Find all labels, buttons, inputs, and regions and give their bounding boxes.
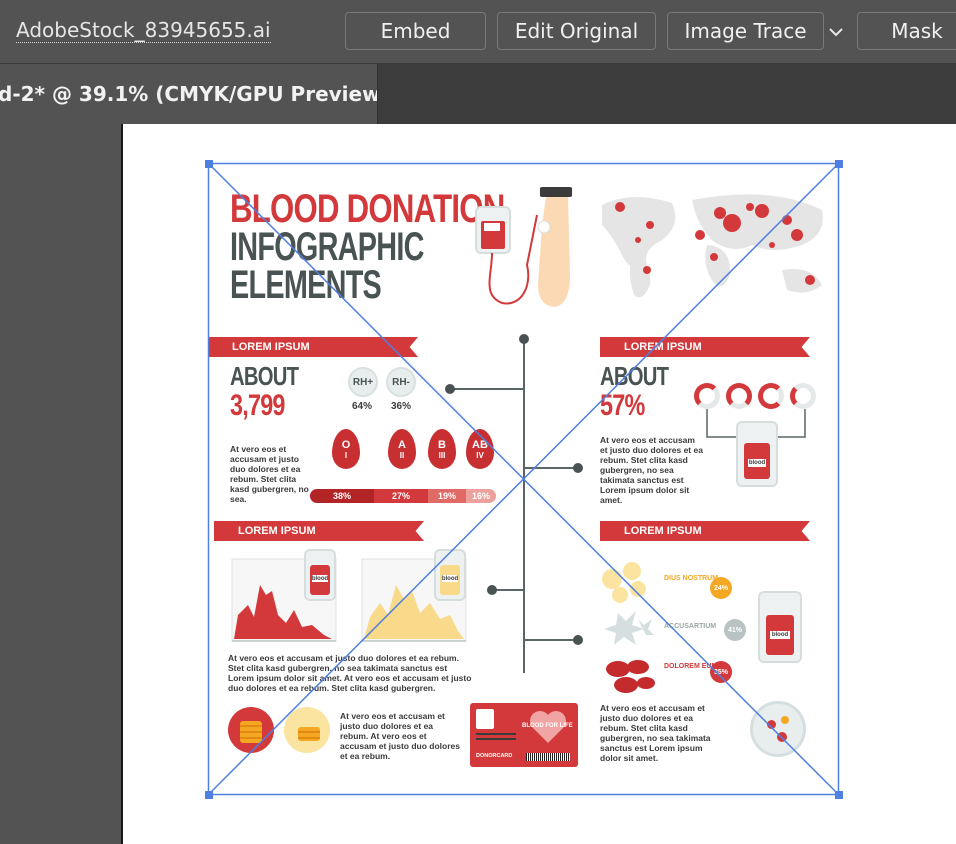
right-block-text: At vero eos et accusam et justo duo dolo… bbox=[600, 435, 703, 505]
image-trace-button[interactable]: Image Trace bbox=[667, 12, 824, 50]
document-tab[interactable]: d-2* @ 39.1% (CMYK/GPU Preview) bbox=[0, 64, 378, 124]
petri-dish-icon bbox=[750, 701, 806, 757]
blood-bag-cells: blood bbox=[758, 591, 802, 663]
progress-ring-3 bbox=[758, 383, 784, 409]
blood-cells-illustration bbox=[602, 562, 655, 693]
ribbon-bottom-right: LOREM IPSUM bbox=[600, 521, 810, 541]
blood-bag-chart-1: blood bbox=[304, 549, 336, 601]
cells-pct-2: 41% bbox=[724, 619, 746, 641]
cells-pct-1: 24% bbox=[710, 577, 732, 599]
edit-original-button[interactable]: Edit Original bbox=[497, 12, 656, 50]
charts-block-text: At vero eos et accusam et justo duo dolo… bbox=[228, 653, 472, 693]
coins-text: At vero eos et accusam et justo duo dolo… bbox=[340, 711, 460, 761]
document-tab-bar: d-2* @ 39.1% (CMYK/GPU Preview) bbox=[0, 64, 956, 124]
blood-drop-o: OI bbox=[332, 429, 360, 469]
selection-handle-top-right[interactable] bbox=[835, 160, 843, 168]
about-label-left: ABOUT bbox=[230, 361, 299, 391]
about-value-left: 3,799 bbox=[230, 389, 285, 422]
progress-ring-1 bbox=[694, 383, 720, 409]
rh-negative-badge: RH- bbox=[386, 367, 416, 397]
chevron-down-icon[interactable] bbox=[822, 18, 850, 46]
selection-handle-top-left[interactable] bbox=[205, 160, 213, 168]
cells-label-2: ACCUSARTIUM bbox=[664, 623, 717, 630]
ribbon-top-right: LOREM IPSUM bbox=[600, 337, 810, 357]
blood-bag-arm-illustration bbox=[475, 187, 572, 307]
selection-handle-bottom-left[interactable] bbox=[205, 791, 213, 799]
type-bar-o: 38% bbox=[310, 489, 374, 503]
ribbon-top-left: LOREM IPSUM bbox=[208, 337, 418, 357]
control-bar: AdobeStock_83945655.ai Embed Edit Origin… bbox=[0, 0, 956, 64]
rh-positive-badge: RH+ bbox=[348, 367, 378, 397]
cells-label-1: DIUS NOSTRUM bbox=[664, 575, 719, 582]
world-map-illustration bbox=[602, 194, 823, 298]
coins-yellow-icon bbox=[284, 707, 330, 753]
blood-drop-b: B III bbox=[428, 429, 456, 469]
blood-bag-right: blood bbox=[736, 421, 778, 487]
card-label: DONORCARD bbox=[476, 753, 513, 759]
mask-button[interactable]: Mask bbox=[857, 12, 956, 50]
document-tab-title: d-2* @ 39.1% (CMYK/GPU Preview) bbox=[0, 82, 378, 106]
card-slogan: BLOOD FOR LIFE bbox=[522, 723, 573, 729]
blood-drop-a: A II bbox=[388, 429, 416, 469]
rh-negative-pct: 36% bbox=[391, 401, 412, 412]
placed-image[interactable]: BLOOD DONATION INFOGRAPHIC ELEMENTS LORE… bbox=[208, 163, 840, 795]
about-label-right: ABOUT bbox=[600, 361, 669, 391]
cells-block-text: At vero eos et accusam et justo duo dolo… bbox=[600, 703, 711, 763]
selection-handle-bottom-right[interactable] bbox=[835, 791, 843, 799]
donor-card: BLOOD FOR LIFE DONORCARD bbox=[470, 703, 578, 767]
type-bar-ab: 16% bbox=[466, 489, 496, 503]
progress-ring-4 bbox=[790, 383, 816, 409]
blood-bag-chart-2: blood bbox=[434, 549, 466, 601]
title-line-3: ELEMENTS bbox=[230, 263, 382, 307]
blood-drop-ab: AB IV bbox=[466, 429, 494, 469]
type-bar-a: 27% bbox=[374, 489, 428, 503]
linked-file-name[interactable]: AdobeStock_83945655.ai bbox=[16, 18, 271, 43]
about-value-right: 57% bbox=[600, 389, 645, 422]
embed-button[interactable]: Embed bbox=[345, 12, 486, 50]
cells-pct-3: 35% bbox=[710, 661, 732, 683]
progress-ring-2 bbox=[726, 383, 752, 409]
ribbon-bottom-left: LOREM IPSUM bbox=[214, 521, 424, 541]
type-bar-b: 19% bbox=[428, 489, 466, 503]
left-block-text: At vero eos et accusam et justo duo dolo… bbox=[230, 444, 309, 504]
coins-red-icon bbox=[228, 707, 274, 753]
rh-positive-pct: 64% bbox=[352, 401, 373, 412]
